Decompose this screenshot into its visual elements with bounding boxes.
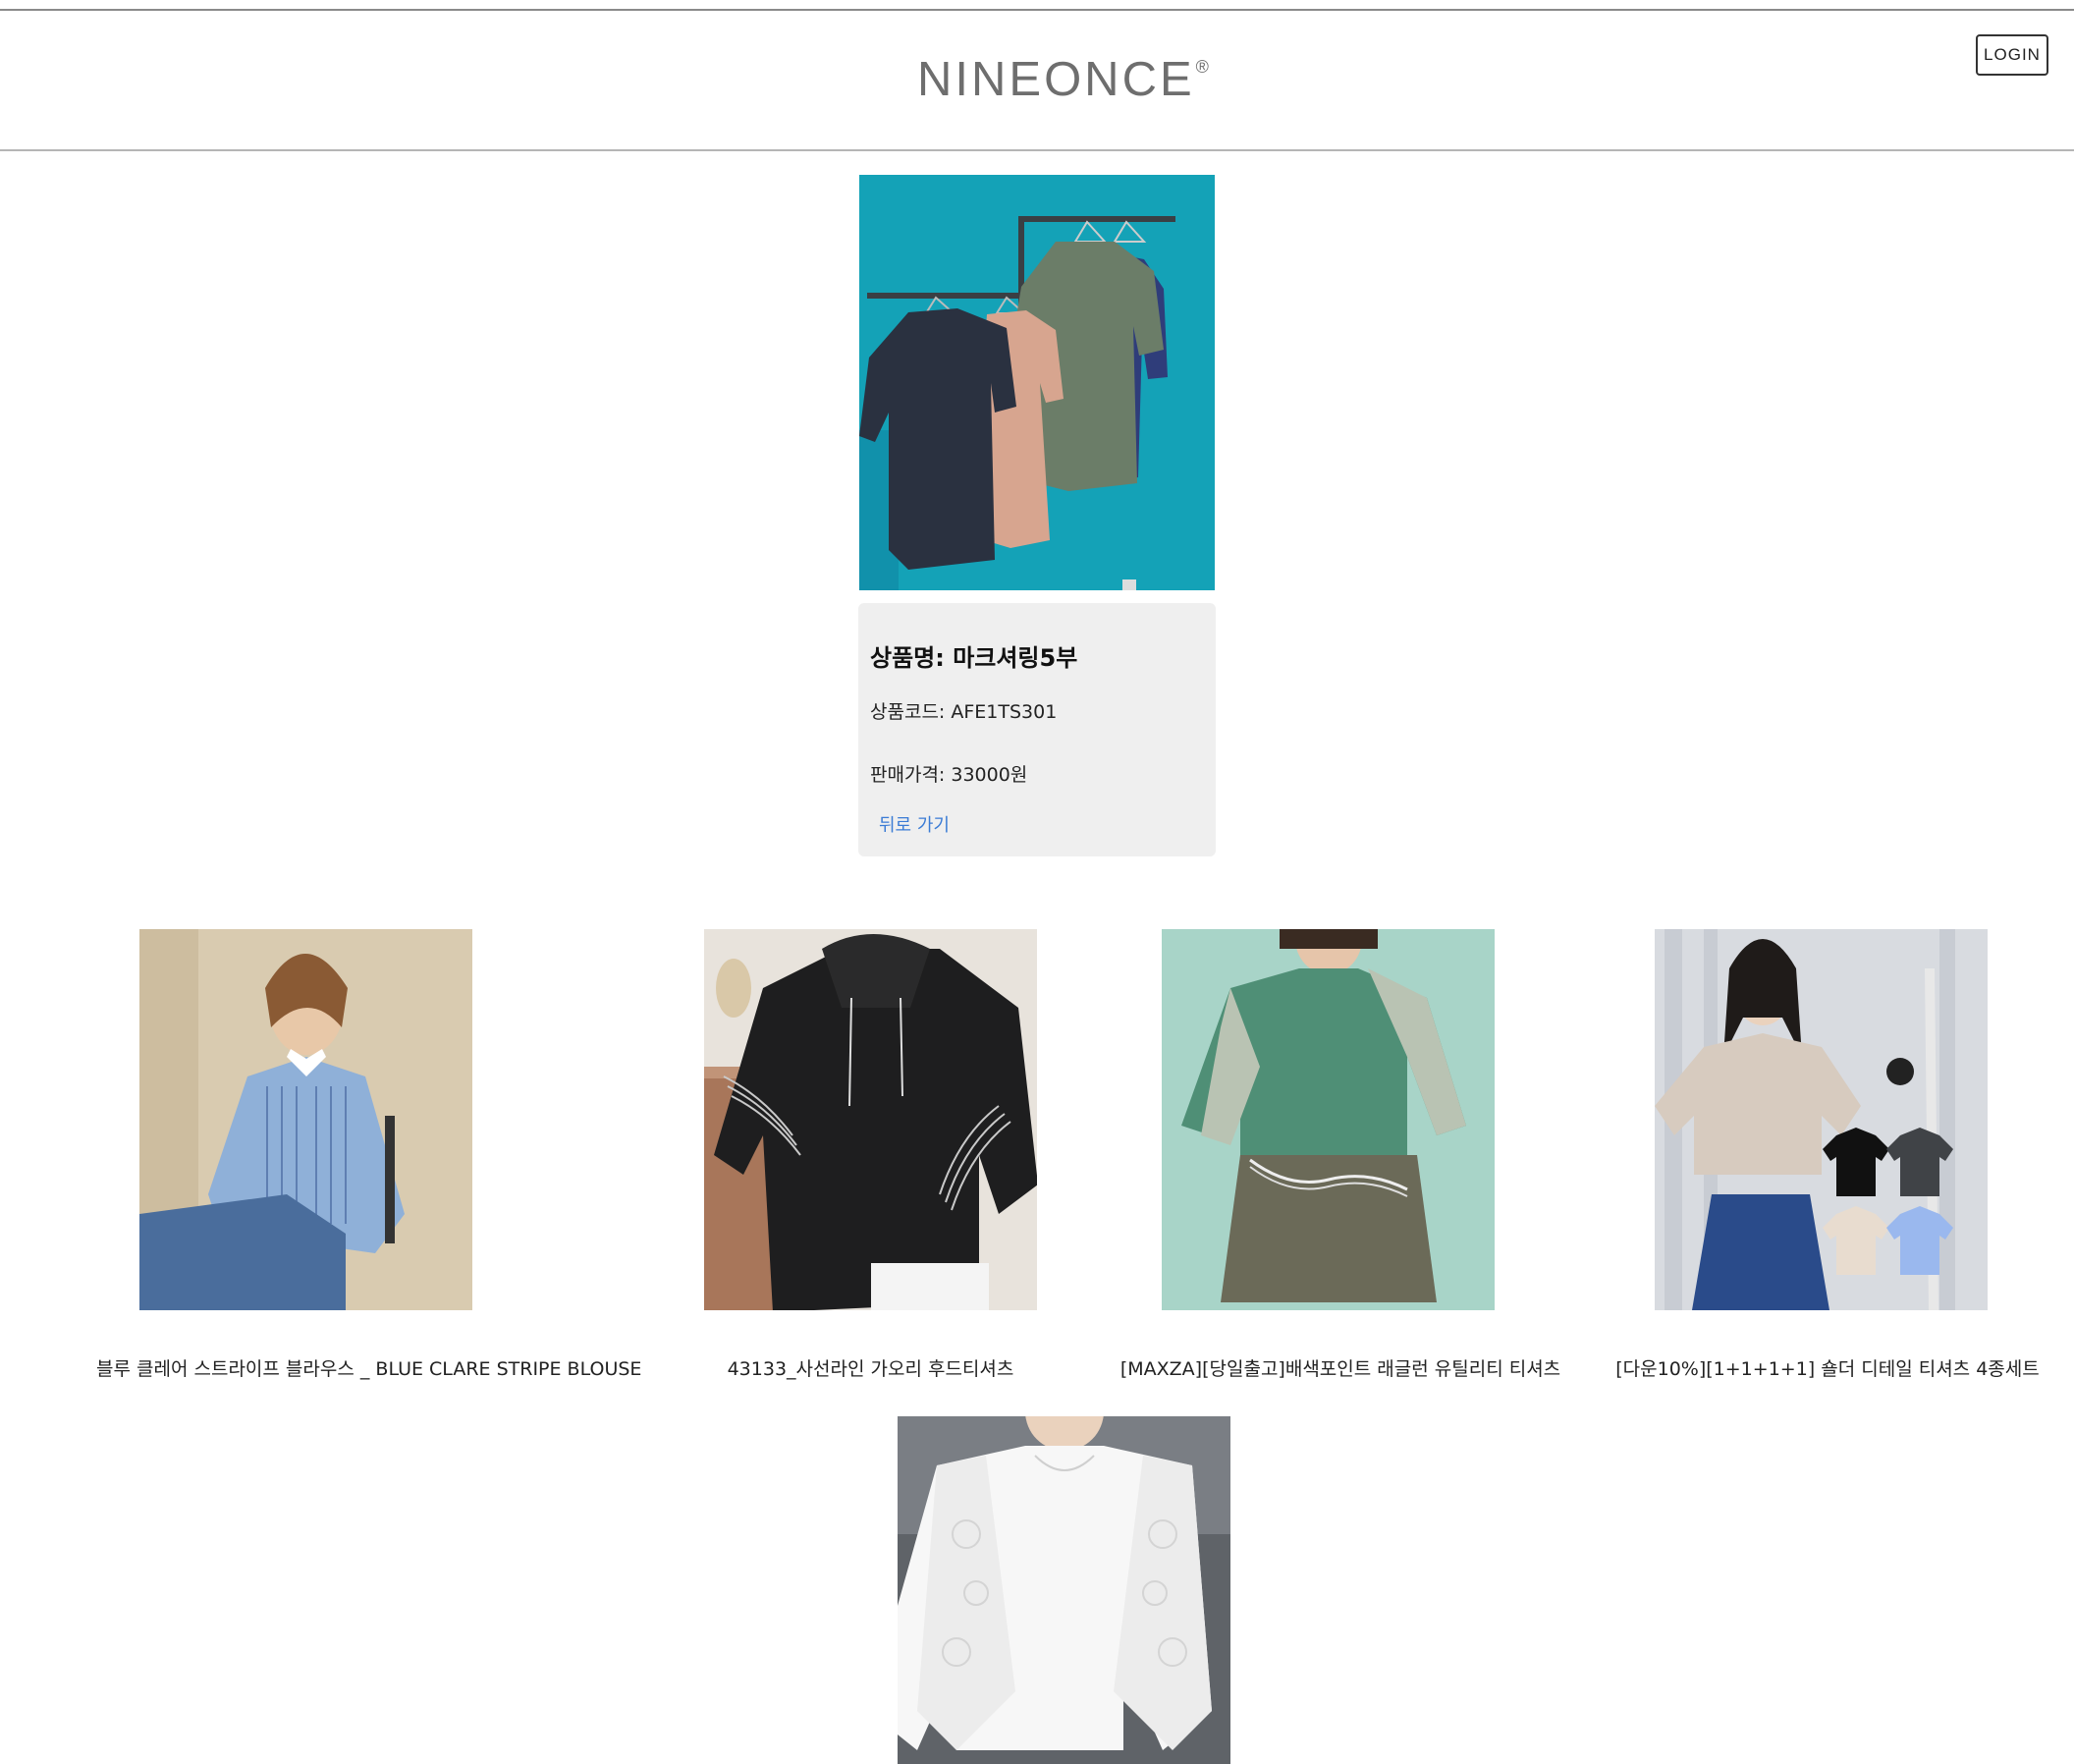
login-button[interactable]: LOGIN xyxy=(1976,34,2048,76)
product-card-image[interactable] xyxy=(1162,929,1495,1310)
product-card-image[interactable] xyxy=(704,929,1037,1310)
clothes-rack-icon xyxy=(859,175,1215,590)
product-main-image xyxy=(859,175,1215,590)
product-card-image[interactable] xyxy=(898,1416,1230,1764)
product-code: 상품코드: AFE1TS301 xyxy=(870,701,1058,723)
site-header: NINEONCE® LOGIN xyxy=(0,11,2074,151)
white-lace-sleeve-top-icon xyxy=(898,1416,1230,1764)
black-hoodie-icon xyxy=(704,929,1037,1310)
green-raglan-tee-icon xyxy=(1162,929,1495,1310)
tee-set-icon xyxy=(1655,929,1988,1310)
related-product-name[interactable]: 43133_사선라인 가오리 후드티셔츠 xyxy=(704,1354,1037,1381)
brand-logo[interactable]: NINEONCE® xyxy=(917,56,1212,104)
product-price: 판매가격: 33000원 xyxy=(870,764,1028,786)
related-product-name[interactable]: 블루 클레어 스트라이프 블라우스 _ BLUE CLARE STRIPE BL… xyxy=(96,1354,641,1381)
product-name: 상품명: 마크셔링5부 xyxy=(870,644,1078,672)
product-card-image[interactable] xyxy=(1655,929,1988,1310)
related-product-name[interactable]: [다운10%][1+1+1+1] 숄더 디테일 티셔츠 4종세트 xyxy=(1615,1354,2040,1381)
back-link[interactable]: 뒤로 가기 xyxy=(879,811,950,837)
product-card-image[interactable] xyxy=(139,929,472,1310)
product-info-card: 상품명: 마크셔링5부 상품코드: AFE1TS301 판매가격: 33000원… xyxy=(858,603,1216,856)
related-product-name[interactable]: [MAXZA][당일출고]배색포인트 래글런 유틸리티 티셔츠 xyxy=(1110,1354,1571,1381)
logo-text: NINEONCE xyxy=(917,53,1195,106)
striped-blouse-icon xyxy=(139,929,472,1310)
registered-mark: ® xyxy=(1195,57,1212,77)
